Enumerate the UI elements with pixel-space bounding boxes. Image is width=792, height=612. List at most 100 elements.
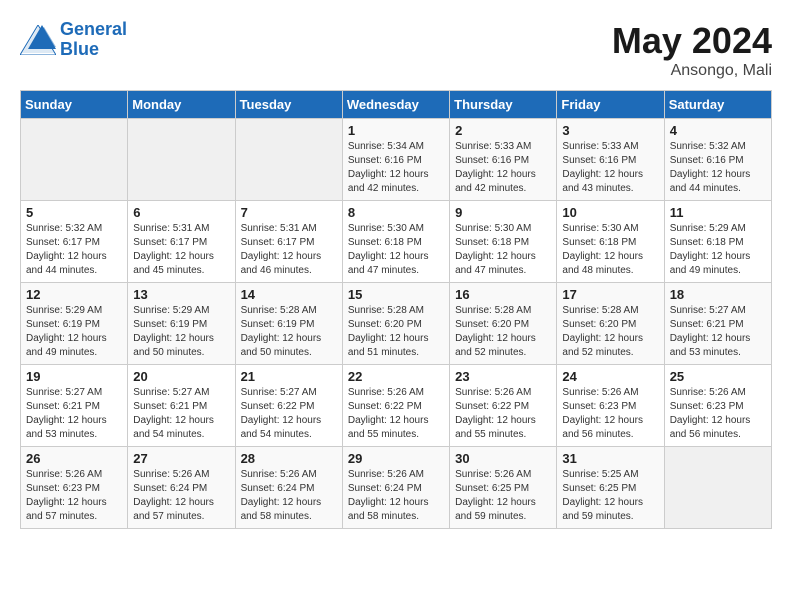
calendar-cell <box>21 119 128 201</box>
logo: General Blue <box>20 20 127 60</box>
day-number: 28 <box>241 451 337 466</box>
day-info: Sunrise: 5:30 AMSunset: 6:18 PMDaylight:… <box>455 222 551 278</box>
day-header: Friday <box>557 91 664 119</box>
day-header: Thursday <box>450 91 557 119</box>
day-number: 25 <box>670 369 766 384</box>
day-info: Sunrise: 5:29 AMSunset: 6:19 PMDaylight:… <box>26 304 122 360</box>
calendar-week-row: 26Sunrise: 5:26 AMSunset: 6:23 PMDayligh… <box>21 447 772 529</box>
day-info: Sunrise: 5:33 AMSunset: 6:16 PMDaylight:… <box>562 140 658 196</box>
day-info: Sunrise: 5:27 AMSunset: 6:21 PMDaylight:… <box>133 386 229 442</box>
day-info: Sunrise: 5:34 AMSunset: 6:16 PMDaylight:… <box>348 140 444 196</box>
calendar-cell: 5Sunrise: 5:32 AMSunset: 6:17 PMDaylight… <box>21 201 128 283</box>
day-number: 31 <box>562 451 658 466</box>
calendar-cell: 1 Sunrise: 5:34 AMSunset: 6:16 PMDaylight… <box>342 119 449 201</box>
calendar-cell <box>235 119 342 201</box>
calendar-week-row: 19 Sunrise: 5:27 AMSunset: 6:21 PMDayligh… <box>21 365 772 447</box>
calendar-cell: 31 Sunrise: 5:25 AMSunset: 6:25 PMDayligh… <box>557 447 664 529</box>
day-info: Sunrise: 5:25 AMSunset: 6:25 PMDaylight:… <box>562 468 658 524</box>
calendar-cell: 23 Sunrise: 5:26 AMSunset: 6:22 PMDayligh… <box>450 365 557 447</box>
day-info: Sunrise: 5:29 AMSunset: 6:19 PMDaylight:… <box>133 304 229 360</box>
calendar-cell: 7 Sunrise: 5:31 AMSunset: 6:17 PMDaylight… <box>235 201 342 283</box>
day-header: Monday <box>128 91 235 119</box>
day-number: 4 <box>670 123 766 138</box>
day-info: Sunrise: 5:30 AMSunset: 6:18 PMDaylight:… <box>562 222 658 278</box>
calendar-cell: 12 Sunrise: 5:29 AMSunset: 6:19 PMDayligh… <box>21 283 128 365</box>
calendar-cell: 10 Sunrise: 5:30 AMSunset: 6:18 PMDayligh… <box>557 201 664 283</box>
day-info: Sunrise: 5:31 AMSunset: 6:17 PMDaylight:… <box>241 222 337 278</box>
day-number: 18 <box>670 287 766 302</box>
location: Ansongo, Mali <box>612 62 772 80</box>
calendar-cell <box>128 119 235 201</box>
day-number: 27 <box>133 451 229 466</box>
day-header: Sunday <box>21 91 128 119</box>
day-number: 20 <box>133 369 229 384</box>
logo-line2: Blue <box>60 39 99 59</box>
calendar-cell: 15Sunrise: 5:28 AMSunset: 6:20 PMDayligh… <box>342 283 449 365</box>
day-info: Sunrise: 5:27 AMSunset: 6:21 PMDaylight:… <box>26 386 122 442</box>
day-info: Sunrise: 5:26 AMSunset: 6:22 PMDaylight:… <box>348 386 444 442</box>
calendar-cell: 16 Sunrise: 5:28 AMSunset: 6:20 PMDayligh… <box>450 283 557 365</box>
day-header: Tuesday <box>235 91 342 119</box>
day-number: 16 <box>455 287 551 302</box>
calendar-cell: 21 Sunrise: 5:27 AMSunset: 6:22 PMDayligh… <box>235 365 342 447</box>
day-header: Wednesday <box>342 91 449 119</box>
calendar-cell: 2Sunrise: 5:33 AMSunset: 6:16 PMDaylight… <box>450 119 557 201</box>
calendar-cell: 6Sunrise: 5:31 AMSunset: 6:17 PMDaylight… <box>128 201 235 283</box>
day-info: Sunrise: 5:28 AMSunset: 6:19 PMDaylight:… <box>241 304 337 360</box>
calendar-cell: 17 Sunrise: 5:28 AMSunset: 6:20 PMDayligh… <box>557 283 664 365</box>
day-number: 5 <box>26 205 122 220</box>
day-number: 15 <box>348 287 444 302</box>
calendar-cell: 24 Sunrise: 5:26 AMSunset: 6:23 PMDayligh… <box>557 365 664 447</box>
day-number: 26 <box>26 451 122 466</box>
day-number: 12 <box>26 287 122 302</box>
day-info: Sunrise: 5:32 AMSunset: 6:16 PMDaylight:… <box>670 140 766 196</box>
month-title: May 2024 <box>612 20 772 62</box>
logo-line1: General <box>60 19 127 39</box>
day-info: Sunrise: 5:26 AMSunset: 6:23 PMDaylight:… <box>562 386 658 442</box>
calendar-week-row: 5Sunrise: 5:32 AMSunset: 6:17 PMDaylight… <box>21 201 772 283</box>
calendar-week-row: 12 Sunrise: 5:29 AMSunset: 6:19 PMDayligh… <box>21 283 772 365</box>
calendar-table: SundayMondayTuesdayWednesdayThursdayFrid… <box>20 90 772 529</box>
day-number: 23 <box>455 369 551 384</box>
day-info: Sunrise: 5:27 AMSunset: 6:22 PMDaylight:… <box>241 386 337 442</box>
day-number: 17 <box>562 287 658 302</box>
day-number: 8 <box>348 205 444 220</box>
calendar-cell: 29Sunrise: 5:26 AMSunset: 6:24 PMDayligh… <box>342 447 449 529</box>
calendar-cell: 25 Sunrise: 5:26 AMSunset: 6:23 PMDayligh… <box>664 365 771 447</box>
day-number: 30 <box>455 451 551 466</box>
day-number: 1 <box>348 123 444 138</box>
calendar-week-row: 1 Sunrise: 5:34 AMSunset: 6:16 PMDaylight… <box>21 119 772 201</box>
day-number: 22 <box>348 369 444 384</box>
day-info: Sunrise: 5:26 AMSunset: 6:25 PMDaylight:… <box>455 468 551 524</box>
calendar-cell: 30 Sunrise: 5:26 AMSunset: 6:25 PMDayligh… <box>450 447 557 529</box>
logo-text: General Blue <box>60 20 127 60</box>
day-info: Sunrise: 5:26 AMSunset: 6:24 PMDaylight:… <box>348 468 444 524</box>
calendar-cell: 3 Sunrise: 5:33 AMSunset: 6:16 PMDaylight… <box>557 119 664 201</box>
day-number: 19 <box>26 369 122 384</box>
calendar-cell: 22 Sunrise: 5:26 AMSunset: 6:22 PMDayligh… <box>342 365 449 447</box>
day-number: 24 <box>562 369 658 384</box>
calendar-cell: 18 Sunrise: 5:27 AMSunset: 6:21 PMDayligh… <box>664 283 771 365</box>
calendar-cell: 14Sunrise: 5:28 AMSunset: 6:19 PMDayligh… <box>235 283 342 365</box>
calendar-cell: 26Sunrise: 5:26 AMSunset: 6:23 PMDayligh… <box>21 447 128 529</box>
day-number: 3 <box>562 123 658 138</box>
day-number: 10 <box>562 205 658 220</box>
day-number: 21 <box>241 369 337 384</box>
day-info: Sunrise: 5:30 AMSunset: 6:18 PMDaylight:… <box>348 222 444 278</box>
day-number: 13 <box>133 287 229 302</box>
calendar-cell: 19 Sunrise: 5:27 AMSunset: 6:21 PMDayligh… <box>21 365 128 447</box>
calendar-cell: 4 Sunrise: 5:32 AMSunset: 6:16 PMDaylight… <box>664 119 771 201</box>
day-info: Sunrise: 5:26 AMSunset: 6:24 PMDaylight:… <box>133 468 229 524</box>
day-info: Sunrise: 5:28 AMSunset: 6:20 PMDaylight:… <box>455 304 551 360</box>
calendar-cell <box>664 447 771 529</box>
day-info: Sunrise: 5:27 AMSunset: 6:21 PMDaylight:… <box>670 304 766 360</box>
day-info: Sunrise: 5:26 AMSunset: 6:22 PMDaylight:… <box>455 386 551 442</box>
calendar-cell: 8 Sunrise: 5:30 AMSunset: 6:18 PMDaylight… <box>342 201 449 283</box>
day-number: 7 <box>241 205 337 220</box>
day-info: Sunrise: 5:28 AMSunset: 6:20 PMDaylight:… <box>562 304 658 360</box>
header-row: SundayMondayTuesdayWednesdayThursdayFrid… <box>21 91 772 119</box>
calendar-cell: 20 Sunrise: 5:27 AMSunset: 6:21 PMDayligh… <box>128 365 235 447</box>
day-number: 11 <box>670 205 766 220</box>
day-info: Sunrise: 5:26 AMSunset: 6:24 PMDaylight:… <box>241 468 337 524</box>
day-info: Sunrise: 5:26 AMSunset: 6:23 PMDaylight:… <box>670 386 766 442</box>
